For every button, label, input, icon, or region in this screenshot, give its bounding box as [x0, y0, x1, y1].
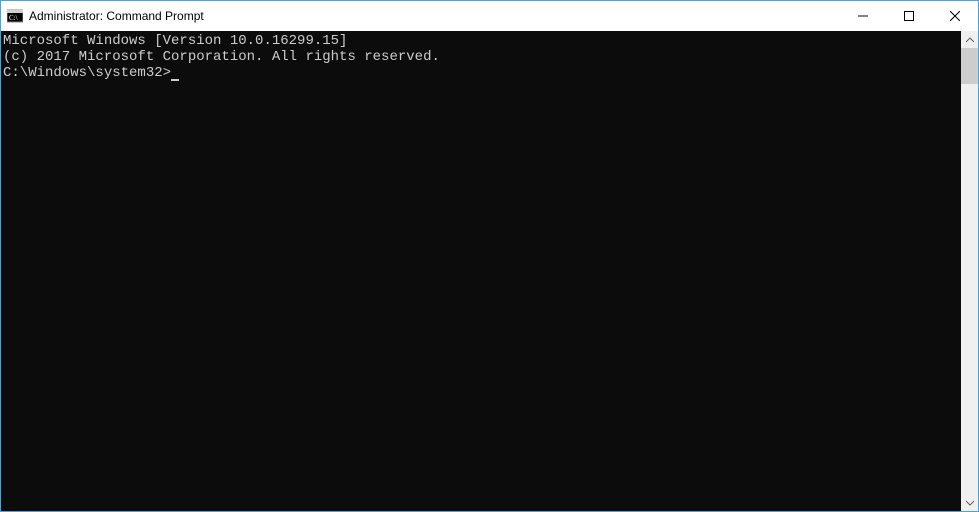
- cursor-icon: [171, 67, 179, 81]
- vertical-scrollbar[interactable]: [961, 31, 978, 511]
- scroll-down-button[interactable]: [961, 494, 978, 511]
- terminal-line: Microsoft Windows [Version 10.0.16299.15…: [3, 33, 959, 49]
- minimize-icon: [858, 11, 868, 21]
- window-controls: [840, 1, 978, 31]
- terminal-prompt-line: C:\Windows\system32>: [3, 65, 959, 81]
- command-prompt-window: C:\ Administrator: Command Prompt: [0, 0, 979, 512]
- chevron-down-icon: [966, 499, 974, 507]
- terminal-prompt: C:\Windows\system32>: [3, 65, 171, 81]
- window-title: Administrator: Command Prompt: [29, 9, 840, 23]
- close-button[interactable]: [932, 1, 978, 31]
- terminal-area: Microsoft Windows [Version 10.0.16299.15…: [1, 31, 978, 511]
- close-icon: [950, 11, 960, 21]
- scroll-track[interactable]: [961, 48, 978, 494]
- scroll-up-button[interactable]: [961, 31, 978, 48]
- titlebar[interactable]: C:\ Administrator: Command Prompt: [1, 1, 978, 31]
- minimize-button[interactable]: [840, 1, 886, 31]
- svg-text:C:\: C:\: [9, 14, 18, 22]
- terminal-output[interactable]: Microsoft Windows [Version 10.0.16299.15…: [1, 31, 961, 511]
- terminal-line: (c) 2017 Microsoft Corporation. All righ…: [3, 49, 959, 65]
- cmd-icon: C:\: [7, 8, 23, 24]
- scroll-thumb[interactable]: [961, 48, 978, 84]
- maximize-button[interactable]: [886, 1, 932, 31]
- chevron-up-icon: [966, 36, 974, 44]
- maximize-icon: [904, 11, 914, 21]
